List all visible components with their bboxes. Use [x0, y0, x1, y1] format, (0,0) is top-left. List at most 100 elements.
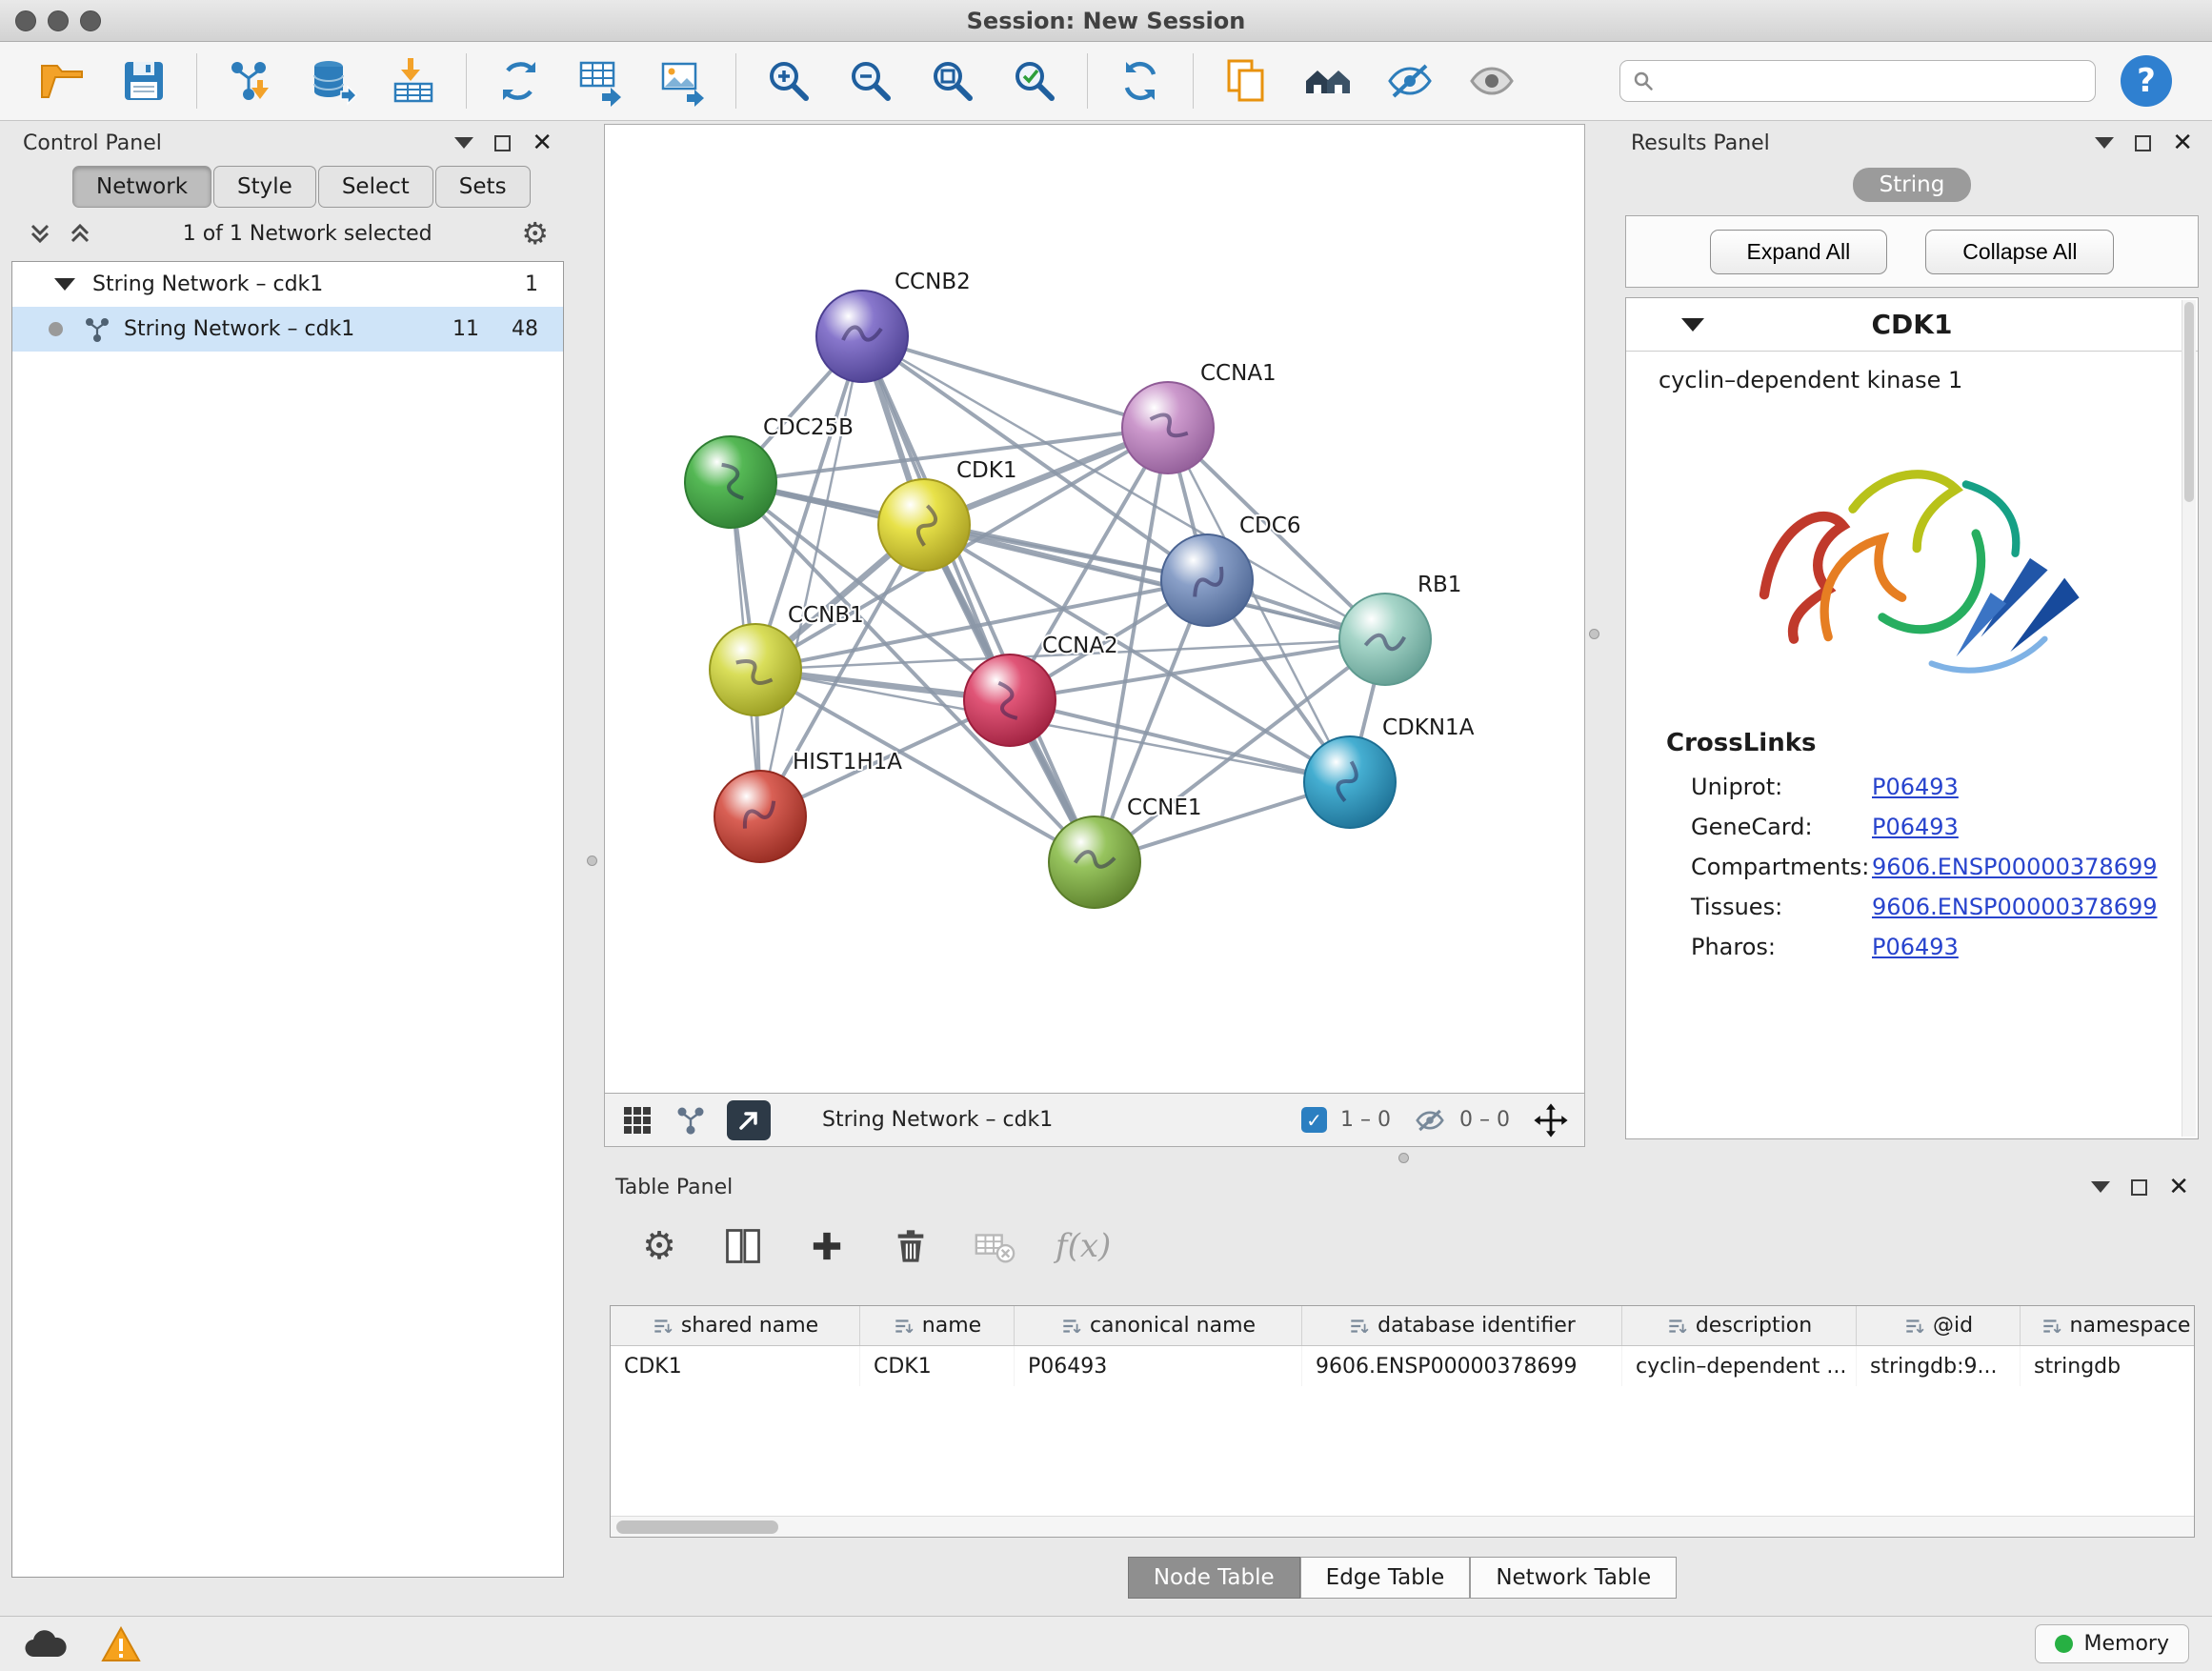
- splitter-handle[interactable]: [1398, 1153, 1409, 1163]
- crosslink-link[interactable]: P06493: [1872, 814, 1959, 840]
- panel-close-icon[interactable]: ✕: [2172, 131, 2193, 155]
- panel-menu-icon[interactable]: [2091, 1181, 2110, 1193]
- table-settings-button[interactable]: ⚙: [636, 1223, 682, 1269]
- network-node-rb1[interactable]: RB1: [1339, 573, 1461, 685]
- table-row[interactable]: CDK1CDK1P064939606.ENSP00000378699cyclin…: [611, 1346, 2194, 1386]
- network-collection-row[interactable]: String Network – cdk1 1: [12, 262, 563, 307]
- crosslink-link[interactable]: 9606.ENSP00000378699: [1872, 854, 2158, 880]
- clone-network-button[interactable]: [1215, 50, 1277, 112]
- zoom-in-button[interactable]: [757, 50, 820, 112]
- tab-edge-table[interactable]: Edge Table: [1300, 1557, 1471, 1599]
- column-header-namespace[interactable]: namespace: [2021, 1306, 2195, 1345]
- column-header-description[interactable]: description: [1622, 1306, 1857, 1345]
- network-node-hist1h1a[interactable]: HIST1H1A: [714, 750, 902, 862]
- table-cell[interactable]: 9606.ENSP00000378699: [1302, 1346, 1622, 1386]
- zoom-out-button[interactable]: [839, 50, 902, 112]
- warning-icon[interactable]: [101, 1626, 141, 1662]
- import-network-database-button[interactable]: [300, 50, 363, 112]
- table-cell[interactable]: stringdb:9...: [1857, 1346, 2021, 1386]
- refresh-button[interactable]: [1109, 50, 1172, 112]
- tree-expand-icon[interactable]: [54, 278, 75, 291]
- network-edge[interactable]: [760, 336, 862, 816]
- string-tab[interactable]: String: [1853, 168, 1972, 202]
- network-canvas[interactable]: CCNB2CCNA1CDC25BCDK1CDC6RB1CCNB1CCNA2CDK…: [604, 124, 1585, 1094]
- expand-all-icon[interactable]: [27, 220, 53, 247]
- add-column-button[interactable]: [804, 1223, 850, 1269]
- table-cell[interactable]: P06493: [1015, 1346, 1302, 1386]
- crosslink-link[interactable]: P06493: [1872, 774, 1959, 800]
- table-cell[interactable]: cyclin–dependent ...: [1622, 1346, 1857, 1386]
- panel-close-icon[interactable]: ✕: [2168, 1175, 2189, 1199]
- zoom-selected-button[interactable]: [1003, 50, 1066, 112]
- column-header-database-identifier[interactable]: database identifier: [1302, 1306, 1622, 1345]
- table-cell[interactable]: stringdb: [2021, 1346, 2195, 1386]
- expand-all-button[interactable]: Expand All: [1710, 230, 1888, 274]
- function-builder-button[interactable]: f(x): [1056, 1227, 1111, 1265]
- network-edge[interactable]: [862, 336, 1095, 862]
- network-node-cdkn1a[interactable]: CDKN1A: [1304, 715, 1475, 828]
- table-cell[interactable]: CDK1: [611, 1346, 860, 1386]
- tab-network[interactable]: Network: [72, 166, 211, 208]
- column-header-canonical-name[interactable]: canonical name: [1015, 1306, 1302, 1345]
- show-columns-button[interactable]: [720, 1223, 766, 1269]
- export-image-button[interactable]: [652, 50, 714, 112]
- tab-network-table[interactable]: Network Table: [1470, 1557, 1677, 1599]
- splitter-handle[interactable]: [587, 856, 597, 866]
- panel-float-icon[interactable]: [2135, 135, 2151, 151]
- network-tools-button[interactable]: [488, 50, 551, 112]
- help-button[interactable]: ?: [2121, 55, 2172, 107]
- panel-close-icon[interactable]: ✕: [532, 131, 553, 155]
- open-session-button[interactable]: [30, 50, 93, 112]
- table-horizontal-scrollbar[interactable]: [611, 1516, 2194, 1537]
- splitter-handle[interactable]: [1589, 629, 1599, 639]
- network-edge[interactable]: [862, 336, 1168, 428]
- birdseye-button[interactable]: [1297, 50, 1359, 112]
- memory-button[interactable]: Memory: [2035, 1624, 2189, 1663]
- hidden-eye-icon[interactable]: [1414, 1104, 1446, 1137]
- delete-column-button[interactable]: [888, 1223, 934, 1269]
- open-in-window-button[interactable]: [727, 1100, 771, 1140]
- import-network-file-button[interactable]: [218, 50, 281, 112]
- network-row[interactable]: String Network – cdk1 11 48: [12, 307, 563, 352]
- search-input[interactable]: [1664, 70, 2083, 93]
- move-crosshair-icon[interactable]: [1533, 1102, 1569, 1138]
- table-cell[interactable]: CDK1: [860, 1346, 1015, 1386]
- network-node-ccna1[interactable]: CCNA1: [1122, 361, 1277, 473]
- panel-menu-icon[interactable]: [454, 137, 473, 149]
- collapse-all-icon[interactable]: [67, 220, 93, 247]
- save-session-button[interactable]: [112, 50, 175, 112]
- crosslink-link[interactable]: P06493: [1872, 934, 1959, 960]
- column-header--id[interactable]: @id: [1857, 1306, 2021, 1345]
- network-graph[interactable]: CCNB2CCNA1CDC25BCDK1CDC6RB1CCNB1CCNA2CDK…: [605, 125, 1584, 1093]
- import-table-button[interactable]: [382, 50, 445, 112]
- tab-style[interactable]: Style: [213, 166, 316, 208]
- show-all-button[interactable]: [1460, 50, 1523, 112]
- network-node-cdk1[interactable]: CDK1: [878, 458, 1017, 571]
- collapse-all-button[interactable]: Collapse All: [1925, 230, 2114, 274]
- network-node-cdc6[interactable]: CDC6: [1161, 513, 1300, 626]
- column-header-name[interactable]: name: [860, 1306, 1015, 1345]
- network-from-table-button[interactable]: [570, 50, 633, 112]
- panel-menu-icon[interactable]: [2095, 137, 2114, 149]
- search-box[interactable]: [1619, 60, 2096, 102]
- panel-float-icon[interactable]: [494, 135, 511, 151]
- gear-icon[interactable]: ⚙: [521, 218, 549, 249]
- network-overview-icon[interactable]: [674, 1103, 708, 1137]
- tab-node-table[interactable]: Node Table: [1128, 1557, 1300, 1599]
- results-scrollbar[interactable]: [2182, 300, 2196, 1137]
- cloud-icon[interactable]: [23, 1628, 67, 1661]
- tab-sets[interactable]: Sets: [435, 166, 531, 208]
- network-node-ccnb1[interactable]: CCNB1: [710, 603, 864, 715]
- zoom-fit-button[interactable]: [921, 50, 984, 112]
- crosslink-link[interactable]: 9606.ENSP00000378699: [1872, 894, 2158, 920]
- protein-section-header[interactable]: CDK1: [1626, 298, 2198, 352]
- panel-float-icon[interactable]: [2131, 1179, 2147, 1196]
- network-node-ccnb2[interactable]: CCNB2: [816, 270, 971, 382]
- tab-select[interactable]: Select: [318, 166, 433, 208]
- column-header-shared-name[interactable]: shared name: [611, 1306, 860, 1345]
- selected-checkbox-icon[interactable]: ✓: [1301, 1107, 1327, 1133]
- hide-selected-button[interactable]: [1378, 50, 1441, 112]
- clear-table-button[interactable]: [972, 1223, 1017, 1269]
- scrollbar-thumb[interactable]: [616, 1520, 778, 1534]
- grid-icon[interactable]: [620, 1103, 654, 1137]
